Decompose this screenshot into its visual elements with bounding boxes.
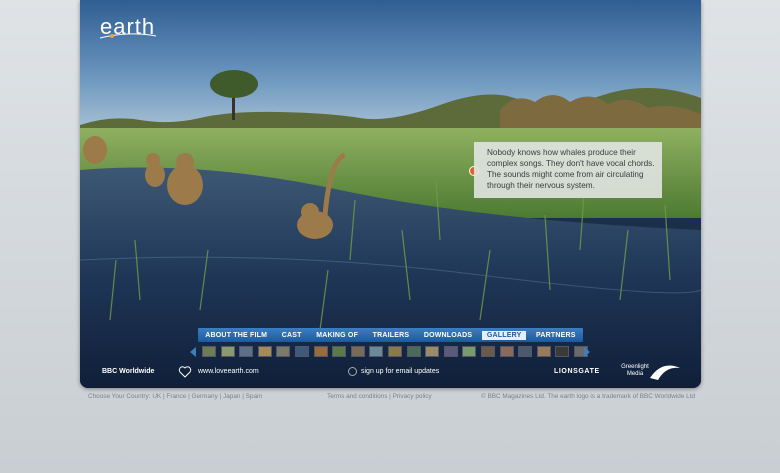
gallery-thumbnail[interactable] [462, 346, 477, 357]
terms-link[interactable]: Terms and conditions [327, 393, 387, 400]
nav-trailers[interactable]: TRAILERS [368, 331, 415, 340]
gallery-thumbnail-strip [190, 345, 590, 359]
greenlight-media-logo[interactable]: Greenlight Media [618, 364, 652, 378]
email-icon [348, 367, 357, 376]
main-nav: ABOUT THE FILM CAST MAKING OF TRAILERS D… [198, 328, 583, 342]
email-signup-link[interactable]: sign up for email updates [361, 368, 439, 375]
fact-box: Nobody knows how whales produce their co… [474, 142, 662, 198]
gallery-thumbnail[interactable] [369, 346, 384, 357]
country-france[interactable]: France [166, 393, 186, 400]
nav-making-of[interactable]: MAKING OF [311, 331, 363, 340]
gallery-thumbnail[interactable] [518, 346, 533, 357]
privacy-link[interactable]: Privacy policy [393, 393, 432, 400]
lionsgate-logo[interactable]: LIONSGATE [554, 368, 600, 375]
nav-gallery[interactable]: GALLERY [481, 330, 527, 340]
gallery-thumbnail[interactable] [350, 346, 365, 357]
gallery-thumbnail[interactable] [332, 346, 347, 357]
logo-swoosh-icon [99, 33, 157, 39]
nav-downloads[interactable]: DOWNLOADS [419, 331, 477, 340]
hero-frame: earth Nobody knows how whales produce th… [80, 0, 701, 388]
gallery-thumbnail[interactable] [443, 346, 458, 357]
gallery-thumbnail[interactable] [555, 346, 570, 357]
country-label: Choose Your Country: [88, 393, 151, 400]
gallery-thumbnail[interactable] [220, 346, 235, 357]
gallery-thumbnail[interactable] [499, 346, 514, 357]
loveearth-heart-icon [178, 366, 192, 378]
country-uk[interactable]: UK [152, 393, 161, 400]
nav-about[interactable]: ABOUT THE FILM [200, 331, 272, 340]
legal-links: Terms and conditions | Privacy policy [327, 393, 432, 400]
gallery-thumbnail[interactable] [202, 346, 216, 357]
footer-bar: BBC Worldwide www.loveearth.com sign up … [80, 362, 701, 388]
gallery-thumbnail[interactable] [239, 346, 254, 357]
fact-text: Nobody knows how whales produce their co… [487, 148, 655, 190]
gallery-thumbnail[interactable] [536, 346, 551, 357]
gallery-thumbnail[interactable] [295, 346, 309, 357]
thumbs-prev-arrow-icon[interactable] [190, 347, 196, 357]
nav-cast[interactable]: CAST [277, 331, 307, 340]
gallery-thumbnail[interactable] [425, 346, 440, 357]
greenlight-swoosh-icon [650, 365, 680, 380]
gallery-thumbnail[interactable] [388, 346, 402, 357]
thumbs-next-arrow-icon[interactable] [584, 347, 590, 357]
country-selector: Choose Your Country: UK | France | Germa… [88, 393, 263, 400]
loveearth-link[interactable]: www.loveearth.com [198, 368, 259, 375]
country-japan[interactable]: Japan [223, 393, 240, 400]
copyright: © BBC Magazines Ltd. The earth logo is a… [481, 393, 696, 400]
gallery-thumbnail[interactable] [257, 346, 272, 357]
bbc-worldwide-logo[interactable]: BBC Worldwide [102, 368, 154, 375]
gallery-thumbnail[interactable] [481, 346, 495, 357]
gallery-thumbnail[interactable] [313, 346, 328, 357]
gallery-thumbnail[interactable] [406, 346, 421, 357]
country-spain[interactable]: Spain [246, 393, 262, 400]
gallery-thumbnail[interactable] [276, 346, 291, 357]
country-germany[interactable]: Germany [192, 393, 218, 400]
nav-partners[interactable]: PARTNERS [531, 331, 581, 340]
